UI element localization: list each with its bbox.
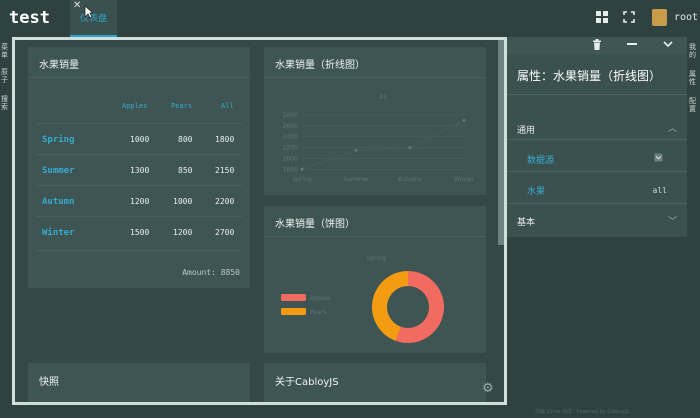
y-tick-label: 2800 bbox=[283, 112, 298, 119]
rail-item-menu[interactable]: 菜单 bbox=[1, 43, 10, 59]
divider bbox=[507, 94, 687, 95]
mouse-cursor-icon bbox=[84, 5, 94, 19]
select-icon[interactable] bbox=[654, 153, 663, 162]
properties-title: 属性：水果销量（折线图） bbox=[517, 69, 662, 83]
divider bbox=[36, 123, 242, 124]
card-line-chart[interactable]: 水果销量（折线图） All 2800 2600 2400 2200 2000 1800 Spr… bbox=[264, 47, 486, 195]
card-title: 快照 bbox=[39, 377, 59, 388]
data-point bbox=[354, 148, 358, 152]
pie-chart: Spring Apples Pears bbox=[281, 255, 444, 343]
column-header-all: All bbox=[221, 102, 234, 110]
legend-label: Pears bbox=[310, 309, 326, 316]
chevron-down-icon[interactable]: ﹀ bbox=[668, 214, 677, 227]
cell-all: 1800 bbox=[215, 135, 235, 144]
right-rail: 我的 属性 配置 bbox=[687, 37, 700, 418]
scrollbar[interactable] bbox=[498, 40, 504, 245]
column-header-pears: Pears bbox=[171, 102, 193, 110]
card-pie-chart[interactable]: 水果销量（饼图） Spring Apples Pears bbox=[264, 206, 486, 353]
divider bbox=[507, 139, 687, 140]
amount-total: Amount: 8850 bbox=[182, 268, 240, 277]
card-title: 关于CabloyJS bbox=[275, 377, 339, 388]
legend-swatch bbox=[281, 294, 306, 301]
tab-close-icon[interactable]: ✕ bbox=[73, 0, 81, 11]
dashboard-stage: 水果销量 Apples Pears All Spring 1000 800 18… bbox=[12, 37, 507, 405]
row-season: Winter bbox=[42, 228, 75, 238]
cell-apples: 1300 bbox=[130, 166, 150, 175]
chart-title: All bbox=[379, 94, 387, 101]
left-rail: 菜单 原子 搜索 bbox=[0, 37, 12, 418]
rail-item-search[interactable]: 搜索 bbox=[1, 95, 10, 111]
footer-text: 加载 21ms 完成 · Powered by CabloyJS bbox=[535, 409, 630, 415]
divider bbox=[507, 171, 687, 172]
x-tick-label: Autumn bbox=[398, 176, 422, 183]
card-fruit-sales[interactable]: 水果销量 Apples Pears All Spring 1000 800 18… bbox=[28, 47, 250, 288]
card-title: 水果销量 bbox=[39, 60, 79, 71]
row-season: Spring bbox=[42, 135, 75, 145]
rail-item-properties[interactable]: 属性 bbox=[689, 70, 698, 86]
rail-item-config[interactable]: 配置 bbox=[689, 97, 698, 113]
divider bbox=[507, 203, 687, 204]
prop-datasource-label[interactable]: 数据源 bbox=[527, 153, 554, 166]
rail-item-mine[interactable]: 我的 bbox=[689, 43, 698, 59]
y-tick-label: 2400 bbox=[283, 134, 298, 141]
cell-pears: 800 bbox=[178, 135, 193, 144]
properties-toolbar bbox=[507, 37, 687, 54]
minimize-icon[interactable] bbox=[627, 42, 637, 46]
cell-apples: 1500 bbox=[130, 228, 150, 237]
legend-swatch bbox=[281, 308, 306, 315]
gear-icon[interactable]: ⚙ bbox=[482, 381, 494, 396]
group-general-label[interactable]: 通用 bbox=[517, 123, 535, 136]
prop-fruit-value[interactable]: all bbox=[653, 186, 667, 195]
y-tick-label: 2600 bbox=[283, 123, 298, 130]
y-tick-label: 1800 bbox=[283, 166, 298, 173]
cell-pears: 850 bbox=[178, 166, 193, 175]
avatar[interactable] bbox=[652, 9, 667, 26]
y-tick-label: 2200 bbox=[283, 145, 298, 152]
fullscreen-icon[interactable] bbox=[622, 10, 636, 24]
prop-fruit-label[interactable]: 水果 bbox=[527, 184, 545, 197]
app-logo[interactable]: test bbox=[9, 8, 50, 28]
card-snapshot[interactable]: 快照 bbox=[28, 363, 250, 402]
username[interactable]: root bbox=[674, 12, 698, 23]
data-point bbox=[462, 118, 466, 123]
data-point bbox=[300, 167, 304, 171]
row-season: Autumn bbox=[42, 197, 75, 207]
x-tick-label: Summer bbox=[343, 176, 369, 183]
trash-icon[interactable] bbox=[592, 39, 602, 51]
cell-all: 2700 bbox=[215, 228, 235, 237]
cell-all: 2150 bbox=[215, 166, 235, 175]
group-basic-label[interactable]: 基本 bbox=[517, 215, 535, 228]
properties-panel: 属性：水果销量（折线图） 通用 ︿ 数据源 水果 all 基本 ﹀ bbox=[507, 37, 687, 237]
layout-grid-icon[interactable] bbox=[595, 10, 609, 24]
top-bar: test ✕ 仪表盘 root bbox=[0, 0, 700, 37]
column-header-apples: Apples bbox=[122, 102, 148, 110]
divider bbox=[36, 250, 242, 251]
divider bbox=[36, 185, 242, 186]
cell-apples: 1200 bbox=[130, 197, 150, 206]
legend-label: Apples bbox=[310, 295, 330, 302]
rail-item-atom[interactable]: 原子 bbox=[1, 68, 10, 84]
x-tick-label: Winter bbox=[454, 176, 474, 183]
card-about[interactable]: 关于CabloyJS bbox=[264, 363, 486, 402]
chevron-up-icon[interactable]: ︿ bbox=[668, 121, 677, 134]
divider bbox=[28, 77, 250, 78]
y-tick-label: 2000 bbox=[283, 155, 298, 162]
cell-pears: 1200 bbox=[173, 228, 193, 237]
cell-apples: 1000 bbox=[130, 135, 150, 144]
cell-pears: 1000 bbox=[173, 197, 193, 206]
cell-all: 2200 bbox=[215, 197, 235, 206]
x-tick-label: Spring bbox=[292, 176, 312, 183]
line-chart: All 2800 2600 2400 2200 2000 1800 Spring Summer A… bbox=[283, 94, 475, 183]
chart-title: Spring bbox=[366, 255, 386, 262]
divider bbox=[36, 216, 242, 217]
row-season: Summer bbox=[42, 166, 75, 176]
series-line bbox=[301, 119, 465, 170]
data-point bbox=[408, 145, 412, 150]
divider bbox=[36, 154, 242, 155]
chevron-down-icon[interactable] bbox=[663, 40, 673, 48]
